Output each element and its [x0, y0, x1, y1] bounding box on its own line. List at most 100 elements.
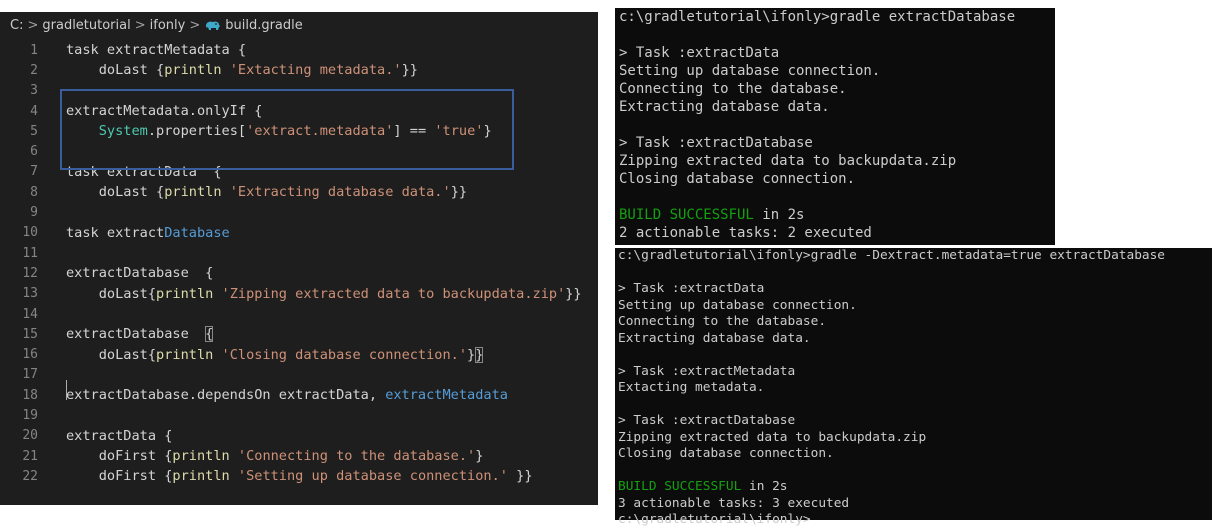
- line-number: 9: [30, 205, 38, 221]
- terminal-line: > Task :extractMetadata: [618, 363, 796, 379]
- code-line[interactable]: 14: [0, 304, 598, 324]
- code-text: extractDatabase.dependsOn extractData, e…: [66, 387, 508, 403]
- code-token: 'Connecting to the database.': [237, 448, 476, 465]
- code-line[interactable]: 21 doFirst {println 'Connecting to the d…: [0, 446, 598, 466]
- code-text: extractDatabase {: [66, 326, 214, 343]
- terminal-line: Closing database connection.: [619, 171, 856, 187]
- line-number: 22: [22, 468, 38, 484]
- code-token: task extractMetadata {: [66, 42, 247, 59]
- code-line[interactable]: 11: [0, 243, 598, 263]
- code-line[interactable]: 15 extractDatabase {: [0, 324, 598, 344]
- code-editor[interactable]: C: > gradletutorial > ifonly > build.gra…: [0, 12, 598, 505]
- terminal-line: Connecting to the database.: [618, 314, 827, 329]
- code-token: }}: [450, 184, 468, 201]
- code-token: }}: [565, 285, 582, 302]
- terminal-line: 2 actionable tasks: 2 executed: [619, 225, 872, 241]
- code-line[interactable]: 22 doFirst {println 'Setting up database…: [0, 466, 598, 486]
- matched-bracket: {: [205, 326, 214, 343]
- code-line[interactable]: 20 extractData {: [0, 426, 598, 446]
- line-number: 4: [30, 103, 38, 119]
- terminal-line: Zipping extracted data to backupdata.zip: [619, 153, 957, 169]
- terminal-window-2[interactable]: c:\gradletutorial\ifonly>gradle -Dextrac…: [615, 248, 1212, 527]
- build-duration: in 2s: [741, 479, 788, 494]
- code-token: }}: [401, 62, 418, 79]
- code-text: task extractMetadata {: [66, 42, 246, 58]
- line-number: 21: [22, 448, 38, 464]
- terminal-line: Extracting database data.: [618, 330, 811, 346]
- code-token: 'Setting up database connection.': [237, 468, 508, 485]
- breadcrumb-separator: >: [27, 17, 39, 33]
- code-text: doFirst {println 'Setting up database co…: [66, 468, 533, 484]
- breadcrumb-file[interactable]: build.gradle: [225, 18, 303, 33]
- terminal-line: Extacting metadata.: [618, 380, 765, 395]
- code-token: extractDatabase.dependsOn extractData,: [66, 387, 386, 404]
- line-number: 14: [22, 306, 38, 322]
- terminal-line: c:\gradletutorial\ifonly>gradle -Dextrac…: [618, 248, 1166, 263]
- code-token: doFirst {: [66, 448, 173, 465]
- code-text: doFirst {println 'Connecting to the data…: [66, 448, 484, 465]
- terminal-line: > Task :extractDatabase: [618, 413, 796, 428]
- terminal-line: Setting up database connection.: [619, 63, 881, 79]
- code-token: doFirst {: [66, 468, 173, 485]
- code-line[interactable]: 10 task extractDatabase: [0, 223, 598, 243]
- code-token: Database: [164, 224, 230, 241]
- code-token: doLast{: [66, 346, 157, 363]
- code-line[interactable]: 2 doLast {println 'Extacting metadata.'}…: [0, 60, 598, 80]
- line-number: 13: [22, 286, 38, 302]
- line-number: 6: [30, 144, 38, 160]
- code-token: 'Extacting metadata.': [229, 62, 402, 79]
- code-token: println: [164, 184, 222, 201]
- terminal-line: > Task :extractData: [619, 45, 780, 61]
- code-token: }}: [507, 468, 533, 485]
- matched-bracket: }: [475, 346, 484, 363]
- terminal-line: > Task :extractDatabase: [619, 135, 813, 151]
- code-token: 'Closing database connection.': [221, 346, 468, 363]
- line-number: 10: [22, 225, 38, 241]
- line-number: 16: [22, 347, 38, 363]
- code-line[interactable]: 8 doLast {println 'Extracting database d…: [0, 182, 598, 202]
- code-line[interactable]: 19: [0, 405, 598, 425]
- code-text: doLast{println 'Closing database connect…: [66, 346, 484, 363]
- line-number: 8: [30, 184, 38, 200]
- code-line[interactable]: 18 extractDatabase.dependsOn extractData,…: [0, 385, 598, 405]
- code-token: println: [172, 468, 230, 485]
- code-token: doLast {: [66, 184, 165, 201]
- breadcrumb-folder-gradletutorial[interactable]: gradletutorial: [42, 18, 130, 33]
- code-line[interactable]: 17: [0, 365, 598, 385]
- terminal-line: c:\gradletutorial\ifonly>: [618, 512, 811, 527]
- code-token: extractMetadata: [385, 387, 508, 404]
- code-line[interactable]: 12 extractDatabase {: [0, 263, 598, 283]
- breadcrumb-folder-ifonly[interactable]: ifonly: [150, 18, 186, 33]
- code-line[interactable]: 13 doLast{println 'Zipping extracted dat…: [0, 284, 598, 304]
- code-token: }: [475, 448, 484, 465]
- breadcrumb-root[interactable]: C:: [10, 18, 23, 33]
- code-line[interactable]: 16 doLast{println 'Closing database conn…: [0, 344, 598, 364]
- line-number: 5: [30, 123, 38, 139]
- line-number: 1: [30, 42, 38, 58]
- code-line[interactable]: 1 task extractMetadata {: [0, 40, 598, 60]
- terminal-window-1[interactable]: c:\gradletutorial\ifonly>gradle extractD…: [615, 8, 1055, 245]
- build-status: BUILD SUCCESSFUL: [619, 207, 754, 223]
- line-number: 11: [22, 245, 38, 261]
- line-number: 2: [30, 62, 38, 78]
- code-token: 'Zipping extracted data to backupdata.zi…: [221, 285, 566, 302]
- gradle-elephant-icon: [204, 20, 221, 31]
- breadcrumb-separator: >: [189, 17, 201, 33]
- terminal-line: Extracting database data.: [619, 99, 830, 115]
- terminal-line: > Task :extractData: [618, 281, 765, 296]
- code-token: }: [467, 346, 476, 363]
- terminal-line: Closing database connection.: [618, 446, 834, 461]
- code-line[interactable]: 9: [0, 202, 598, 222]
- terminal-line: 3 actionable tasks: 3 executed: [618, 495, 850, 511]
